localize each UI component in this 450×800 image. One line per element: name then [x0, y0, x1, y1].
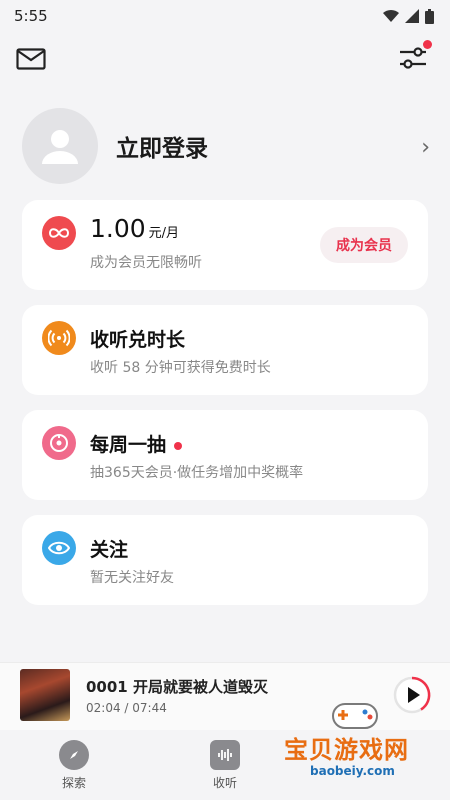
- status-bar: 5:55: [0, 0, 450, 32]
- tab-label: 探索: [61, 776, 86, 790]
- profile-login-row[interactable]: 立即登录 ›: [22, 108, 432, 184]
- tab-label: 收听: [212, 776, 237, 790]
- track-time: 02:04 / 07:44: [86, 701, 167, 715]
- listen-redeem-card[interactable]: 收听兑时长 收听 58 分钟可获得免费时长: [22, 305, 428, 395]
- weekly-draw-card[interactable]: 每周一抽 抽365天会员·做任务增加中奖概率: [22, 410, 428, 500]
- infinity-icon: [42, 216, 76, 250]
- broadcast-icon: [42, 321, 76, 355]
- track-title: 0001 开局就要被人道毁灭: [86, 678, 268, 696]
- cell-signal-icon: [405, 9, 419, 23]
- login-label[interactable]: 立即登录: [116, 129, 208, 163]
- settings-sliders-icon[interactable]: [398, 40, 432, 74]
- album-cover[interactable]: [20, 669, 70, 721]
- price-value: 1.00: [90, 214, 146, 243]
- watermark: 宝贝游戏网 baobeiy.com: [280, 700, 430, 795]
- signal-icon: [383, 9, 399, 22]
- membership-price: 1.00 元/月: [90, 214, 179, 243]
- follow-card[interactable]: 关注 暂无关注好友: [22, 515, 428, 605]
- lottery-wheel-icon: [42, 426, 76, 460]
- card-subtitle: 暂无关注好友: [90, 570, 174, 586]
- membership-card[interactable]: 1.00 元/月 成为会员无限畅听 成为会员: [22, 200, 428, 290]
- sound-wave-icon: [210, 740, 240, 770]
- watermark-url: baobeiy.com: [310, 764, 395, 778]
- game-controller-icon: [332, 703, 378, 729]
- mail-icon[interactable]: [16, 48, 46, 70]
- card-subtitle: 抽365天会员·做任务增加中奖概率: [90, 465, 304, 481]
- card-subtitle: 收听 58 分钟可获得免费时长: [90, 360, 271, 376]
- chevron-right-icon: ›: [421, 135, 430, 160]
- membership-subtitle: 成为会员无限畅听: [90, 255, 202, 271]
- user-placeholder-icon: [42, 130, 78, 164]
- tab-listen[interactable]: 收听: [185, 740, 265, 791]
- become-member-button[interactable]: 成为会员: [320, 227, 408, 263]
- card-title: 每周一抽: [90, 430, 183, 457]
- tab-explore[interactable]: 探索: [34, 740, 114, 791]
- card-title: 收听兑时长: [90, 329, 186, 351]
- card-title-text: 每周一抽: [90, 434, 167, 456]
- card-title: 关注: [90, 539, 129, 561]
- compass-icon: [59, 740, 89, 770]
- new-indicator-dot: [174, 441, 183, 450]
- top-bar: [0, 38, 450, 82]
- status-time: 5:55: [14, 7, 48, 25]
- eye-icon: [42, 531, 76, 565]
- price-unit: 元/月: [148, 226, 180, 241]
- notification-dot: [423, 40, 432, 49]
- watermark-text: 宝贝游戏网: [284, 736, 409, 764]
- status-icons: [383, 8, 434, 24]
- avatar[interactable]: [22, 108, 98, 184]
- battery-icon: [425, 8, 434, 24]
